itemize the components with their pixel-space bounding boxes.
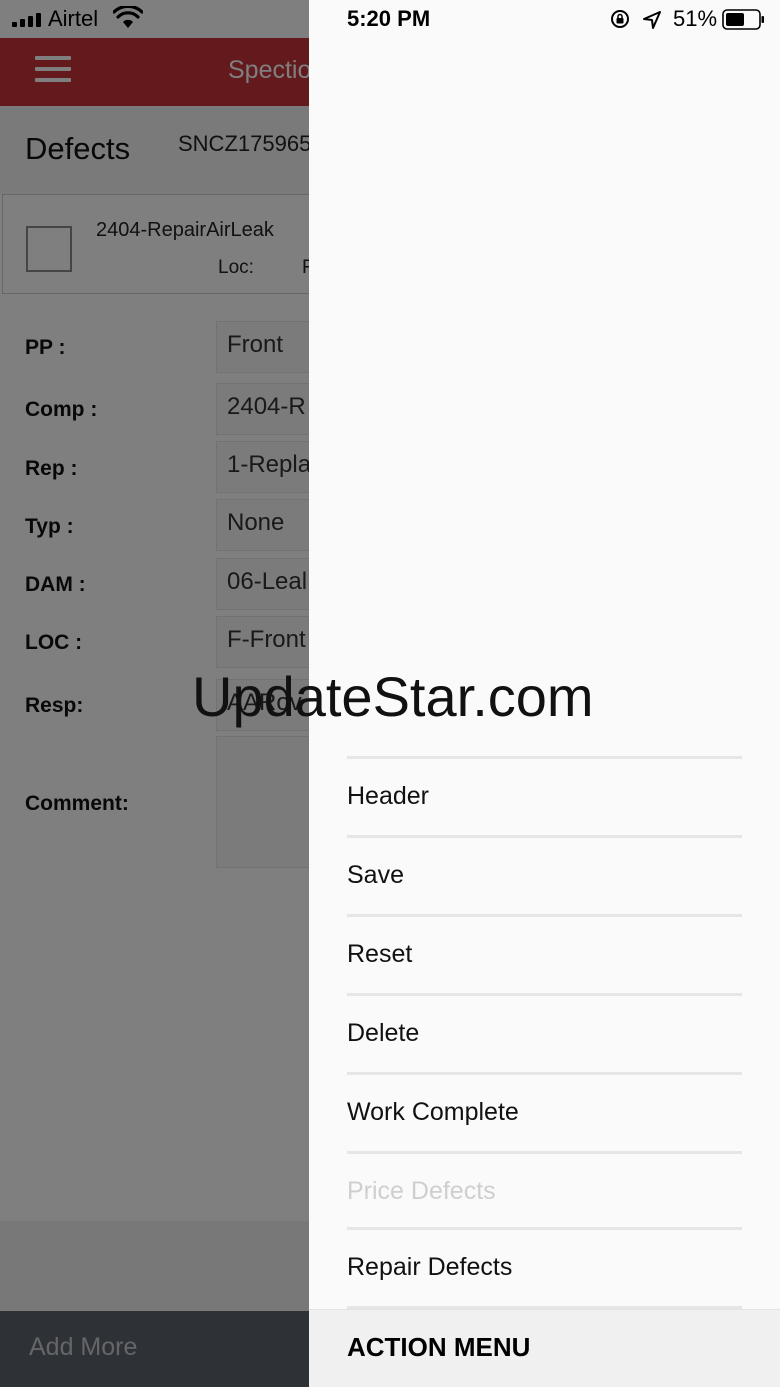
menu-item-header[interactable]: Header bbox=[347, 756, 742, 835]
menu-item-label: Header bbox=[347, 782, 429, 810]
battery-percent: 51% bbox=[673, 6, 718, 31]
menu-item-delete[interactable]: Delete bbox=[347, 993, 742, 1072]
menu-item-label: Repair Defects bbox=[347, 1253, 513, 1281]
menu-item-label: Work Complete bbox=[347, 1098, 519, 1126]
menu-item-save[interactable]: Save bbox=[347, 835, 742, 914]
menu-item-price-defects: Price Defects bbox=[347, 1151, 742, 1227]
menu-item-label: Delete bbox=[347, 1019, 420, 1047]
location-icon bbox=[643, 11, 661, 29]
action-menu-footer: ACTION MENU bbox=[309, 1309, 780, 1387]
watermark: UpdateStar.com bbox=[192, 665, 594, 728]
status-time: 5:20 PM bbox=[347, 6, 431, 31]
menu-item-label: Save bbox=[347, 861, 404, 889]
action-menu-title: ACTION MENU bbox=[347, 1332, 531, 1362]
menu-item-work-complete[interactable]: Work Complete bbox=[347, 1072, 742, 1151]
menu-item-reset[interactable]: Reset bbox=[347, 914, 742, 993]
menu-item-repair-defects[interactable]: Repair Defects bbox=[347, 1227, 742, 1306]
orientation-lock-icon bbox=[611, 10, 629, 28]
menu-item-label: Reset bbox=[347, 940, 413, 968]
menu-item-label: Price Defects bbox=[347, 1177, 496, 1205]
action-menu-list: Header Save Reset Delete Work Complete P… bbox=[347, 756, 742, 1309]
battery-icon bbox=[722, 9, 764, 30]
